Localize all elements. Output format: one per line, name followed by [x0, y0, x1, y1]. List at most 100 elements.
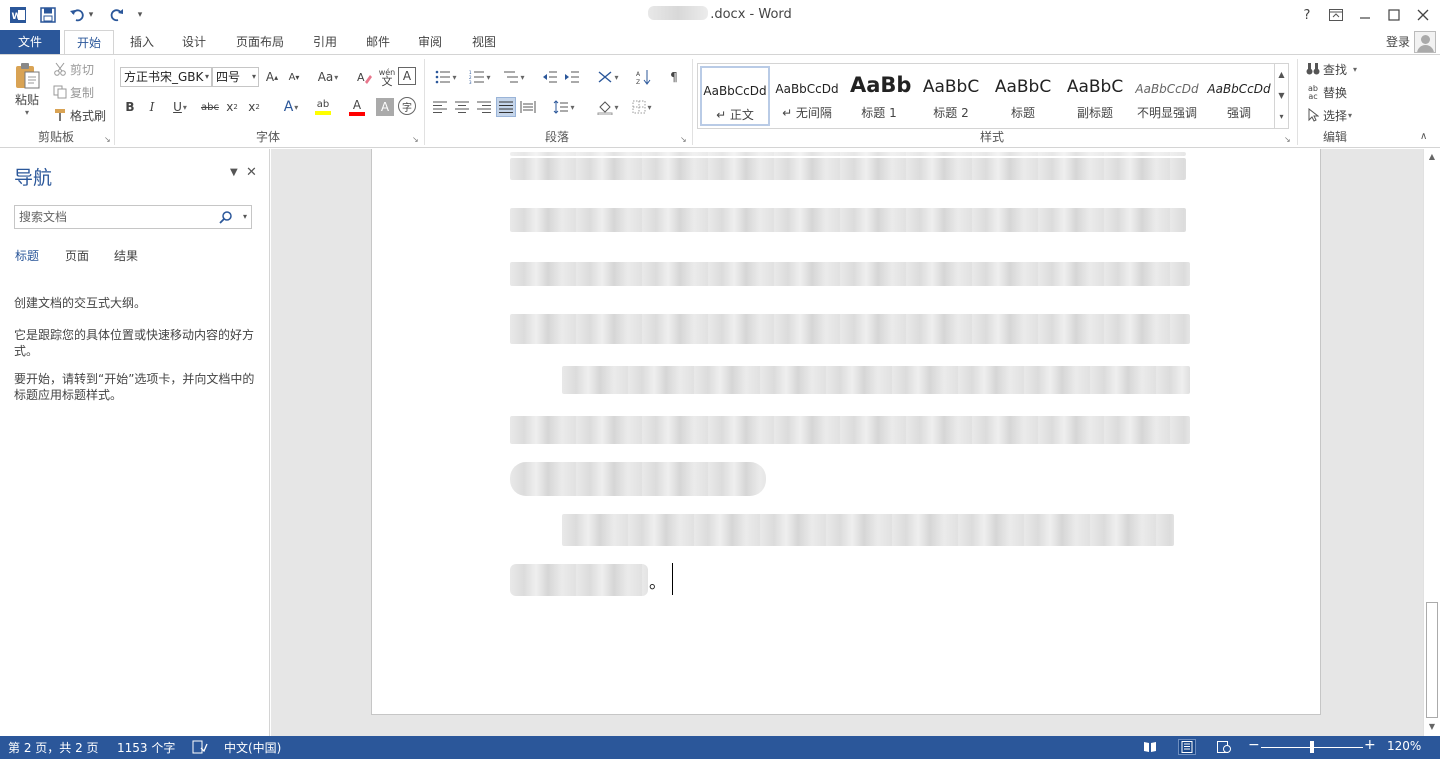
- nav-tab-results[interactable]: 结果: [114, 247, 138, 264]
- style-normal[interactable]: AaBbCcDd ↵ 正文: [700, 66, 770, 126]
- scroll-up-icon[interactable]: ▲: [1424, 149, 1440, 165]
- line-spacing-button[interactable]: ▾: [548, 97, 580, 117]
- superscript-button[interactable]: x2: [244, 97, 264, 117]
- highlight-button[interactable]: ab: [306, 97, 340, 117]
- change-case-button[interactable]: Aa ▾: [313, 67, 343, 87]
- word-count[interactable]: 1153 个字: [117, 739, 175, 756]
- gallery-scroll-down-icon[interactable]: ▼: [1274, 85, 1288, 106]
- vertical-scrollbar[interactable]: ▲ ▼: [1423, 149, 1440, 736]
- maximize-button[interactable]: [1381, 4, 1407, 26]
- zoom-in-button[interactable]: +: [1364, 737, 1376, 753]
- styles-launcher-icon[interactable]: ↘: [1284, 136, 1292, 144]
- style-no-spacing[interactable]: AaBbCcDd ↵ 无间隔: [772, 66, 842, 126]
- character-border-button[interactable]: A: [398, 67, 416, 85]
- tab-home[interactable]: 开始: [64, 30, 114, 55]
- style-heading-1[interactable]: AaBb 标题 1: [844, 66, 914, 126]
- proofing-icon[interactable]: [192, 740, 208, 757]
- show-formatting-marks-icon[interactable]: ¶: [664, 67, 684, 87]
- style-emphasis[interactable]: AaBbCcDd 强调: [1204, 66, 1274, 126]
- font-name-combo[interactable]: 方正书宋_GBK ▾: [120, 67, 212, 87]
- tab-review[interactable]: 审阅: [408, 30, 452, 54]
- style-title[interactable]: AaBbC 标题: [988, 66, 1058, 126]
- align-center-icon[interactable]: [452, 97, 472, 117]
- web-layout-icon[interactable]: [1215, 739, 1233, 755]
- strikethrough-button[interactable]: abc: [198, 97, 222, 117]
- sort-icon[interactable]: AZ: [634, 67, 654, 87]
- style-subtle-emphasis[interactable]: AaBbCcDd 不明显强调: [1132, 66, 1202, 126]
- underline-button[interactable]: U ▾: [164, 97, 196, 117]
- style-subtitle[interactable]: AaBbC 副标题: [1060, 66, 1130, 126]
- document-page[interactable]: 。: [371, 149, 1321, 715]
- ribbon-display-options-button[interactable]: [1323, 4, 1349, 26]
- style-heading-2[interactable]: AaBbC 标题 2: [916, 66, 986, 126]
- grow-font-button[interactable]: A ▴: [262, 67, 282, 87]
- bullets-button[interactable]: ▾: [430, 67, 462, 87]
- avatar[interactable]: [1414, 31, 1436, 53]
- clear-formatting-icon[interactable]: A: [355, 67, 375, 87]
- gallery-scroll-up-icon[interactable]: ▲: [1274, 64, 1288, 85]
- tab-file[interactable]: 文件: [0, 30, 60, 54]
- gallery-more-icon[interactable]: ▾: [1274, 106, 1288, 128]
- italic-button[interactable]: I: [142, 97, 162, 117]
- tab-mailings[interactable]: 邮件: [356, 30, 400, 54]
- print-layout-icon[interactable]: [1178, 739, 1196, 755]
- text-effects-button[interactable]: A ▾: [276, 97, 306, 117]
- scroll-down-icon[interactable]: ▼: [1424, 719, 1440, 735]
- zoom-slider-thumb[interactable]: [1310, 741, 1314, 753]
- tab-view[interactable]: 视图: [462, 30, 506, 54]
- tab-references[interactable]: 引用: [304, 30, 346, 54]
- page-count[interactable]: 第 2 页，共 2 页: [8, 739, 99, 756]
- find-button[interactable]: 查找 ▾: [1305, 61, 1357, 78]
- scissors-icon: [52, 62, 68, 78]
- copy-button[interactable]: 复制: [52, 84, 94, 101]
- nav-pane-close-icon[interactable]: ✕: [246, 165, 257, 180]
- paste-button[interactable]: 粘贴 ▾: [10, 61, 44, 121]
- chevron-down-icon[interactable]: ▾: [243, 206, 247, 228]
- nav-tab-pages[interactable]: 页面: [65, 247, 89, 264]
- read-mode-icon[interactable]: [1141, 739, 1159, 755]
- zoom-level[interactable]: 120%: [1387, 739, 1421, 753]
- bold-button[interactable]: B: [120, 97, 140, 117]
- select-button[interactable]: 选择 ▾: [1305, 107, 1352, 124]
- tab-page-layout[interactable]: 页面布局: [228, 30, 292, 54]
- language-indicator[interactable]: 中文(中国): [224, 739, 281, 756]
- increase-indent-icon[interactable]: [562, 67, 582, 87]
- document-area[interactable]: 。: [271, 149, 1423, 736]
- distributed-align-icon[interactable]: [518, 97, 538, 117]
- tab-design[interactable]: 设计: [172, 30, 216, 54]
- align-right-icon[interactable]: [474, 97, 494, 117]
- subscript-button[interactable]: x2: [222, 97, 242, 117]
- font-size-combo[interactable]: 四号 ▾: [212, 67, 259, 87]
- minimize-button[interactable]: [1352, 4, 1378, 26]
- zoom-out-button[interactable]: −: [1248, 737, 1260, 753]
- tab-insert[interactable]: 插入: [120, 30, 164, 54]
- search-icon[interactable]: [219, 210, 233, 224]
- multilevel-list-button[interactable]: ▾: [498, 67, 530, 87]
- format-painter-button[interactable]: 格式刷: [52, 107, 106, 124]
- shrink-font-button[interactable]: A ▾: [284, 67, 304, 87]
- replace-button[interactable]: ab ac 替换: [1305, 84, 1347, 101]
- shading-button[interactable]: ▾: [592, 97, 624, 117]
- collapse-ribbon-icon[interactable]: ∧: [1420, 131, 1427, 142]
- justify-icon[interactable]: [496, 97, 516, 117]
- enclose-characters-button[interactable]: 字: [398, 97, 416, 115]
- clipboard-launcher-icon[interactable]: ↘: [104, 136, 112, 144]
- paragraph-launcher-icon[interactable]: ↘: [680, 136, 688, 144]
- nav-pane-options-icon[interactable]: ▼: [230, 167, 238, 178]
- nav-tab-headings[interactable]: 标题: [15, 247, 39, 264]
- sign-in-link[interactable]: 登录: [1386, 33, 1410, 50]
- font-launcher-icon[interactable]: ↘: [412, 136, 420, 144]
- help-button[interactable]: ?: [1294, 4, 1320, 26]
- scroll-thumb[interactable]: [1426, 602, 1438, 718]
- character-shading-button[interactable]: A: [376, 98, 394, 116]
- search-input[interactable]: 搜索文档 ▾: [14, 205, 252, 229]
- align-left-icon[interactable]: [430, 97, 450, 117]
- font-color-button[interactable]: A: [340, 97, 374, 117]
- phonetic-guide-button[interactable]: wén 文: [377, 67, 397, 87]
- decrease-indent-icon[interactable]: [540, 67, 560, 87]
- close-button[interactable]: [1410, 4, 1436, 26]
- borders-button[interactable]: ▾: [626, 97, 658, 117]
- cut-button[interactable]: 剪切: [52, 61, 94, 78]
- numbering-button[interactable]: 1 2 3 ▾: [464, 67, 496, 87]
- chinese-layout-button[interactable]: ▾: [592, 67, 624, 87]
